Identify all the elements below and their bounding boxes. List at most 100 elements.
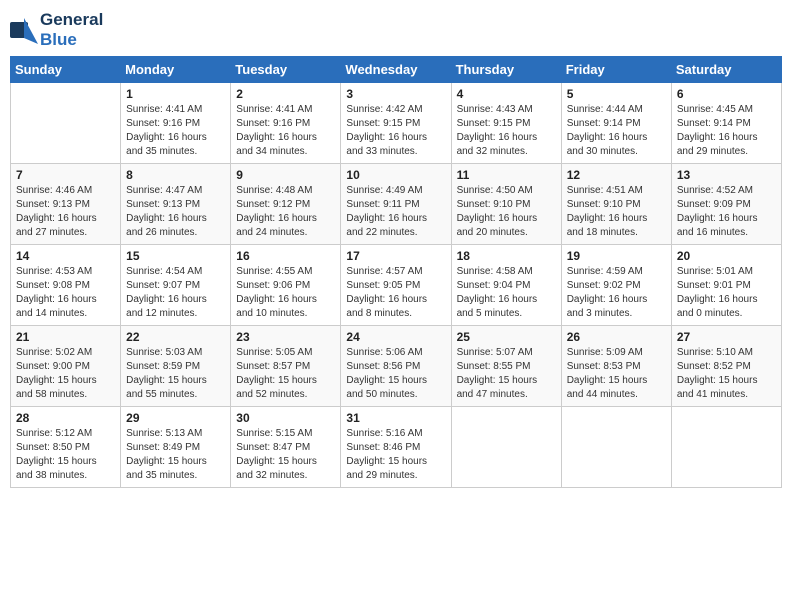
day-content: Sunrise: 4:59 AM Sunset: 9:02 PM Dayligh… bbox=[567, 265, 666, 321]
week-row-5: 28 Sunrise: 5:12 AM Sunset: 8:50 PM Dayli… bbox=[11, 407, 782, 488]
week-row-3: 14 Sunrise: 4:53 AM Sunset: 9:08 PM Dayli… bbox=[11, 245, 782, 326]
calendar-cell: 31 Sunrise: 5:16 AM Sunset: 8:46 PM Dayli… bbox=[341, 407, 451, 488]
day-number: 27 bbox=[677, 330, 776, 344]
day-number: 15 bbox=[126, 249, 225, 263]
calendar-cell bbox=[671, 407, 781, 488]
logo-icon bbox=[10, 16, 38, 44]
day-number: 31 bbox=[346, 411, 445, 425]
day-content: Sunrise: 4:55 AM Sunset: 9:06 PM Dayligh… bbox=[236, 265, 335, 321]
weekday-thursday: Thursday bbox=[451, 57, 561, 83]
day-content: Sunrise: 5:12 AM Sunset: 8:50 PM Dayligh… bbox=[16, 427, 115, 483]
calendar-cell bbox=[561, 407, 671, 488]
day-content: Sunrise: 5:05 AM Sunset: 8:57 PM Dayligh… bbox=[236, 346, 335, 402]
day-content: Sunrise: 5:10 AM Sunset: 8:52 PM Dayligh… bbox=[677, 346, 776, 402]
calendar-cell: 26Sunrise: 5:09 AM Sunset: 8:53 PM Dayli… bbox=[561, 326, 671, 407]
day-content: Sunrise: 4:48 AM Sunset: 9:12 PM Dayligh… bbox=[236, 184, 335, 240]
day-number: 14 bbox=[16, 249, 115, 263]
calendar-cell: 18Sunrise: 4:58 AM Sunset: 9:04 PM Dayli… bbox=[451, 245, 561, 326]
calendar-cell: 24 Sunrise: 5:06 AM Sunset: 8:56 PM Dayli… bbox=[341, 326, 451, 407]
calendar-cell: 3 Sunrise: 4:42 AM Sunset: 9:15 PM Daylig… bbox=[341, 83, 451, 164]
logo: General Blue bbox=[10, 10, 103, 50]
day-content: Sunrise: 4:46 AM Sunset: 9:13 PM Dayligh… bbox=[16, 184, 115, 240]
weekday-monday: Monday bbox=[121, 57, 231, 83]
calendar-table: SundayMondayTuesdayWednesdayThursdayFrid… bbox=[10, 56, 782, 488]
day-number: 17 bbox=[346, 249, 445, 263]
week-row-1: 1 Sunrise: 4:41 AM Sunset: 9:16 PM Daylig… bbox=[11, 83, 782, 164]
calendar-cell: 28 Sunrise: 5:12 AM Sunset: 8:50 PM Dayli… bbox=[11, 407, 121, 488]
calendar-cell: 15 Sunrise: 4:54 AM Sunset: 9:07 PM Dayli… bbox=[121, 245, 231, 326]
day-number: 9 bbox=[236, 168, 335, 182]
calendar-cell: 23Sunrise: 5:05 AM Sunset: 8:57 PM Dayli… bbox=[231, 326, 341, 407]
calendar-body: 1 Sunrise: 4:41 AM Sunset: 9:16 PM Daylig… bbox=[11, 83, 782, 488]
day-number: 30 bbox=[236, 411, 335, 425]
day-content: Sunrise: 4:49 AM Sunset: 9:11 PM Dayligh… bbox=[346, 184, 445, 240]
day-content: Sunrise: 4:54 AM Sunset: 9:07 PM Dayligh… bbox=[126, 265, 225, 321]
weekday-friday: Friday bbox=[561, 57, 671, 83]
day-content: Sunrise: 4:53 AM Sunset: 9:08 PM Dayligh… bbox=[16, 265, 115, 321]
day-content: Sunrise: 5:03 AM Sunset: 8:59 PM Dayligh… bbox=[126, 346, 225, 402]
weekday-sunday: Sunday bbox=[11, 57, 121, 83]
day-number: 28 bbox=[16, 411, 115, 425]
day-number: 7 bbox=[16, 168, 115, 182]
calendar-cell: 10 Sunrise: 4:49 AM Sunset: 9:11 PM Dayli… bbox=[341, 164, 451, 245]
calendar-cell bbox=[451, 407, 561, 488]
day-number: 6 bbox=[677, 87, 776, 101]
calendar-cell: 5 Sunrise: 4:44 AM Sunset: 9:14 PM Daylig… bbox=[561, 83, 671, 164]
day-number: 24 bbox=[346, 330, 445, 344]
day-content: Sunrise: 4:58 AM Sunset: 9:04 PM Dayligh… bbox=[457, 265, 556, 321]
day-content: Sunrise: 5:06 AM Sunset: 8:56 PM Dayligh… bbox=[346, 346, 445, 402]
day-number: 22 bbox=[126, 330, 225, 344]
day-content: Sunrise: 4:52 AM Sunset: 9:09 PM Dayligh… bbox=[677, 184, 776, 240]
calendar-cell: 21 Sunrise: 5:02 AM Sunset: 9:00 PM Dayli… bbox=[11, 326, 121, 407]
calendar-cell: 27 Sunrise: 5:10 AM Sunset: 8:52 PM Dayli… bbox=[671, 326, 781, 407]
logo-blue: Blue bbox=[40, 30, 77, 49]
day-content: Sunrise: 4:50 AM Sunset: 9:10 PM Dayligh… bbox=[457, 184, 556, 240]
calendar-cell: 16 Sunrise: 4:55 AM Sunset: 9:06 PM Dayli… bbox=[231, 245, 341, 326]
calendar-cell: 2 Sunrise: 4:41 AM Sunset: 9:16 PM Daylig… bbox=[231, 83, 341, 164]
day-number: 2 bbox=[236, 87, 335, 101]
day-number: 13 bbox=[677, 168, 776, 182]
calendar-cell: 25 Sunrise: 5:07 AM Sunset: 8:55 PM Dayli… bbox=[451, 326, 561, 407]
day-number: 12 bbox=[567, 168, 666, 182]
day-content: Sunrise: 4:42 AM Sunset: 9:15 PM Dayligh… bbox=[346, 103, 445, 159]
day-number: 20 bbox=[677, 249, 776, 263]
day-number: 8 bbox=[126, 168, 225, 182]
day-number: 3 bbox=[346, 87, 445, 101]
day-content: Sunrise: 5:02 AM Sunset: 9:00 PM Dayligh… bbox=[16, 346, 115, 402]
day-number: 10 bbox=[346, 168, 445, 182]
day-number: 25 bbox=[457, 330, 556, 344]
calendar-cell: 22 Sunrise: 5:03 AM Sunset: 8:59 PM Dayli… bbox=[121, 326, 231, 407]
calendar-cell: 20Sunrise: 5:01 AM Sunset: 9:01 PM Dayli… bbox=[671, 245, 781, 326]
day-content: Sunrise: 4:41 AM Sunset: 9:16 PM Dayligh… bbox=[236, 103, 335, 159]
calendar-cell: 17 Sunrise: 4:57 AM Sunset: 9:05 PM Dayli… bbox=[341, 245, 451, 326]
day-number: 1 bbox=[126, 87, 225, 101]
day-content: Sunrise: 5:09 AM Sunset: 8:53 PM Dayligh… bbox=[567, 346, 666, 402]
weekday-saturday: Saturday bbox=[671, 57, 781, 83]
day-content: Sunrise: 4:45 AM Sunset: 9:14 PM Dayligh… bbox=[677, 103, 776, 159]
calendar-cell bbox=[11, 83, 121, 164]
calendar-cell: 11 Sunrise: 4:50 AM Sunset: 9:10 PM Dayli… bbox=[451, 164, 561, 245]
day-number: 16 bbox=[236, 249, 335, 263]
day-content: Sunrise: 5:13 AM Sunset: 8:49 PM Dayligh… bbox=[126, 427, 225, 483]
calendar-cell: 12 Sunrise: 4:51 AM Sunset: 9:10 PM Dayli… bbox=[561, 164, 671, 245]
day-number: 19 bbox=[567, 249, 666, 263]
calendar-cell: 1Sunrise: 4:41 AM Sunset: 9:16 PM Daylig… bbox=[121, 83, 231, 164]
day-number: 4 bbox=[457, 87, 556, 101]
day-content: Sunrise: 4:51 AM Sunset: 9:10 PM Dayligh… bbox=[567, 184, 666, 240]
calendar-cell: 13 Sunrise: 4:52 AM Sunset: 9:09 PM Dayli… bbox=[671, 164, 781, 245]
day-content: Sunrise: 4:43 AM Sunset: 9:15 PM Dayligh… bbox=[457, 103, 556, 159]
day-content: Sunrise: 5:07 AM Sunset: 8:55 PM Dayligh… bbox=[457, 346, 556, 402]
day-content: Sunrise: 4:57 AM Sunset: 9:05 PM Dayligh… bbox=[346, 265, 445, 321]
day-content: Sunrise: 4:44 AM Sunset: 9:14 PM Dayligh… bbox=[567, 103, 666, 159]
week-row-2: 7 Sunrise: 4:46 AM Sunset: 9:13 PM Daylig… bbox=[11, 164, 782, 245]
day-number: 11 bbox=[457, 168, 556, 182]
weekday-tuesday: Tuesday bbox=[231, 57, 341, 83]
day-content: Sunrise: 5:15 AM Sunset: 8:47 PM Dayligh… bbox=[236, 427, 335, 483]
day-number: 5 bbox=[567, 87, 666, 101]
day-number: 29 bbox=[126, 411, 225, 425]
header: General Blue bbox=[10, 10, 782, 50]
day-number: 21 bbox=[16, 330, 115, 344]
day-content: Sunrise: 5:16 AM Sunset: 8:46 PM Dayligh… bbox=[346, 427, 445, 483]
weekday-wednesday: Wednesday bbox=[341, 57, 451, 83]
calendar-cell: 8Sunrise: 4:47 AM Sunset: 9:13 PM Daylig… bbox=[121, 164, 231, 245]
